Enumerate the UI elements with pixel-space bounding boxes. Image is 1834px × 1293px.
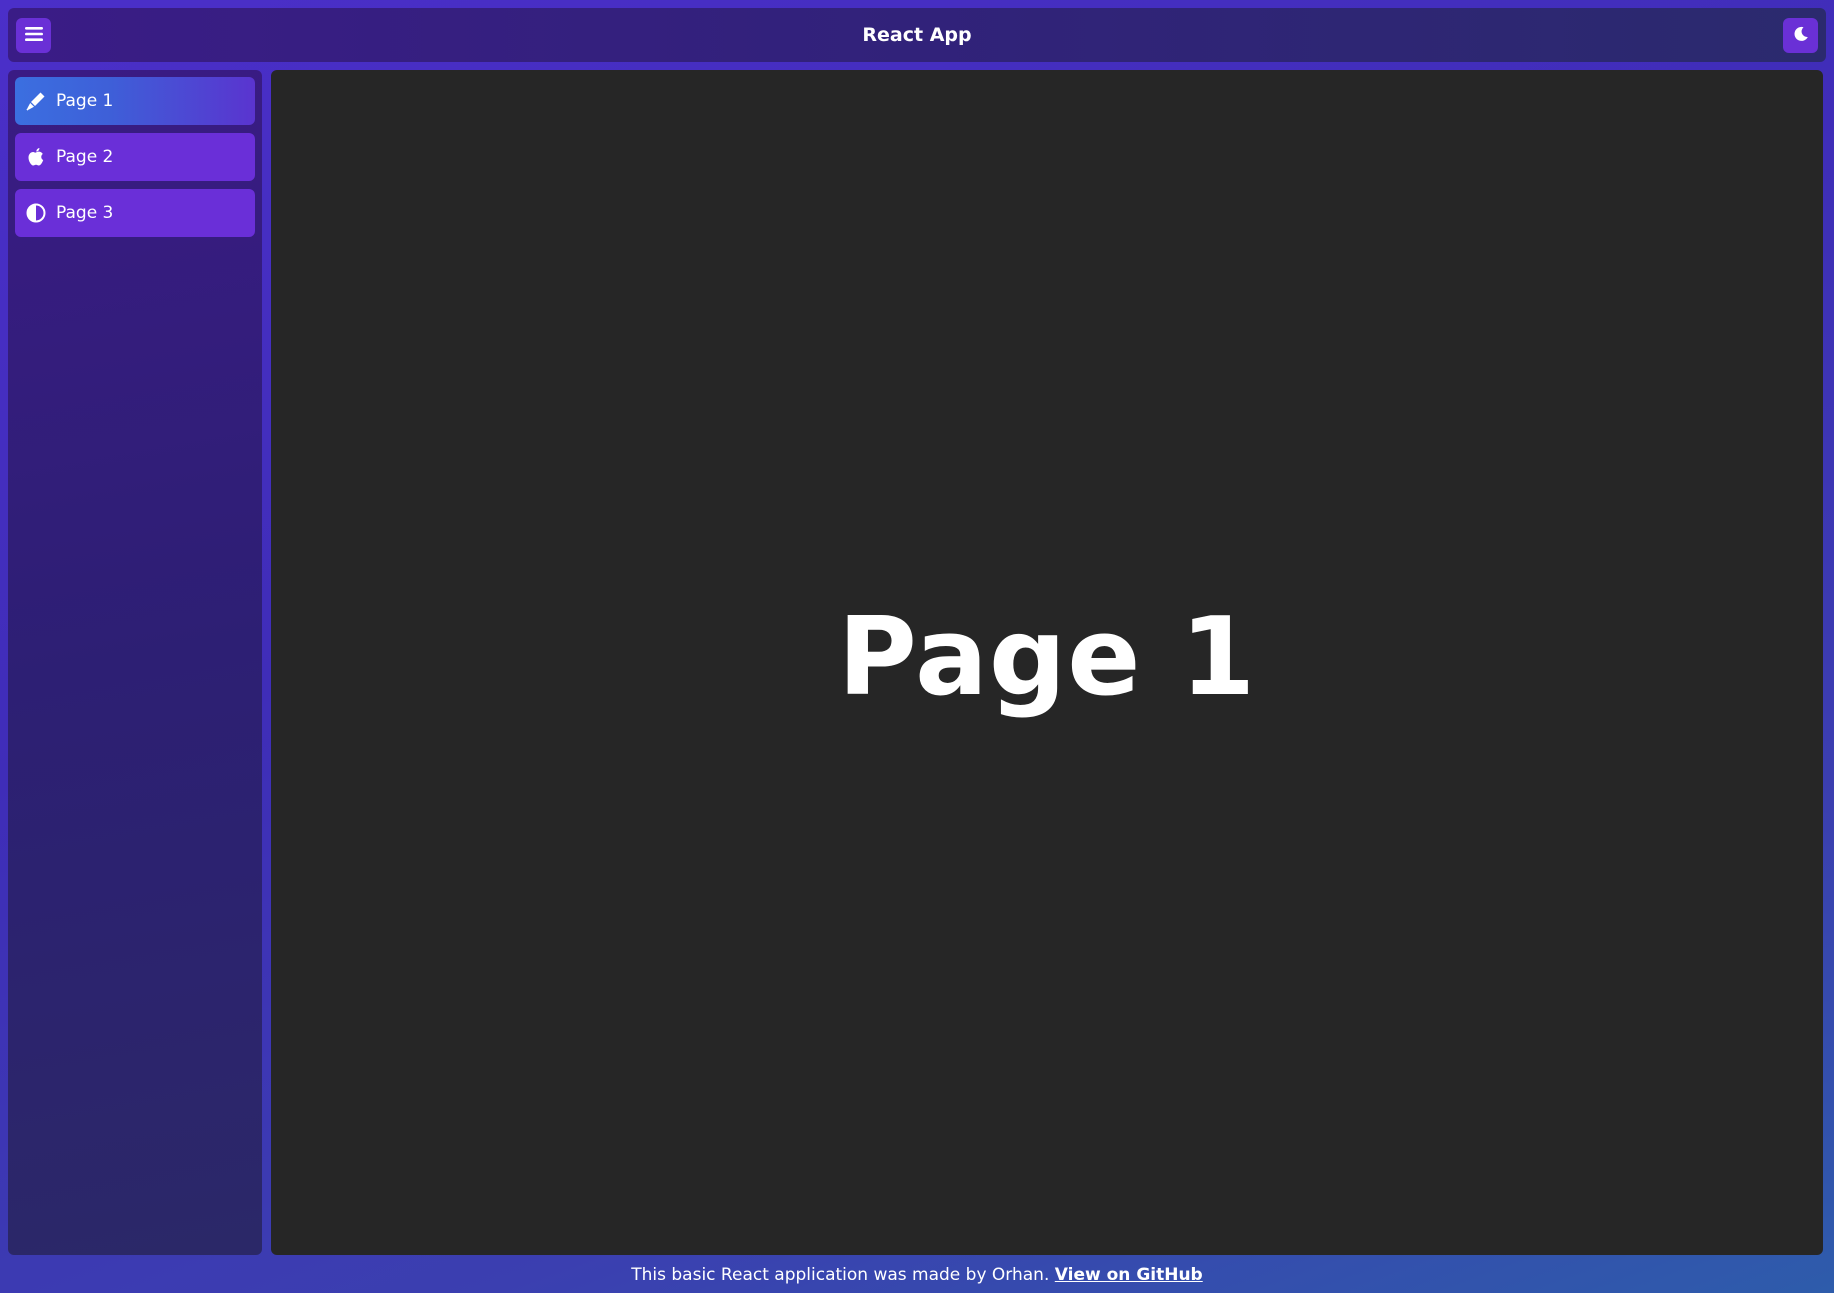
header-bar: React App: [8, 8, 1826, 62]
sidebar-item-page-3[interactable]: Page 3: [15, 189, 255, 237]
sidebar-item-label: Page 1: [56, 91, 114, 111]
hamburger-menu-icon: [24, 26, 43, 46]
moon-icon: [1793, 26, 1809, 46]
sidebar-item-page-1[interactable]: Page 1: [15, 77, 255, 125]
theme-toggle-button[interactable]: [1783, 18, 1818, 53]
sidebar-item-label: Page 3: [56, 203, 114, 223]
sidebar-item-page-2[interactable]: Page 2: [15, 133, 255, 181]
contrast-icon: [25, 202, 47, 224]
sidebar-item-label: Page 2: [56, 147, 114, 167]
footer: This basic React application was made by…: [0, 1261, 1834, 1289]
main-content: Page 1: [271, 70, 1823, 1255]
sidebar: Page 1 Page 2 Page 3: [8, 70, 262, 1255]
page-heading: Page 1: [837, 595, 1257, 720]
footer-text: This basic React application was made by…: [631, 1265, 1050, 1285]
menu-button[interactable]: [16, 18, 51, 53]
app-title: React App: [862, 24, 972, 46]
apple-icon: [25, 146, 47, 168]
pen-icon: [25, 90, 47, 112]
github-link[interactable]: View on GitHub: [1055, 1265, 1203, 1285]
